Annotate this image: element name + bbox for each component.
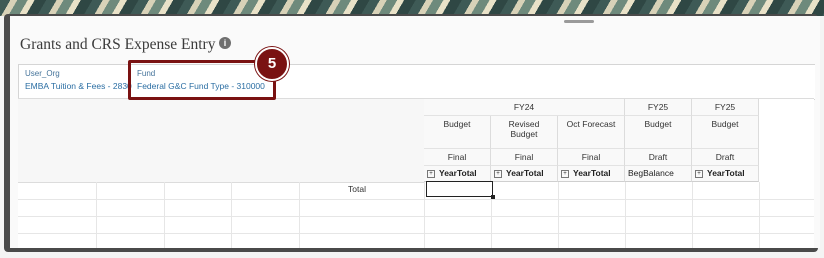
grid-col-line xyxy=(231,182,232,248)
app-window: Grants and CRS Expense Entry i User_Org … xyxy=(10,16,820,248)
period-member-yeartotal[interactable]: + YearTotal xyxy=(692,166,759,182)
pov-user-org-value[interactable]: EMBA Tuition & Fees - 2830 xyxy=(25,80,135,92)
period-member-yeartotal[interactable]: + YearTotal xyxy=(424,166,491,182)
grid-col-line xyxy=(96,182,97,248)
grid-col-line xyxy=(625,182,626,248)
year-header-fy25: FY25 xyxy=(625,99,692,116)
grid-row-line xyxy=(18,199,814,200)
info-icon[interactable]: i xyxy=(219,37,231,49)
expand-icon[interactable]: + xyxy=(427,170,435,178)
version-header: Draft xyxy=(625,149,692,166)
version-header: Final xyxy=(424,149,491,166)
expand-icon[interactable]: + xyxy=(494,170,502,178)
grid-col-line xyxy=(424,182,425,248)
step-number-badge: 5 xyxy=(255,47,289,81)
grid-row-line xyxy=(18,233,814,234)
data-cell-selected[interactable] xyxy=(426,181,495,199)
grid-col-line xyxy=(759,182,760,248)
page-title: Grants and CRS Expense Entry xyxy=(20,36,216,53)
period-member-yeartotal[interactable]: + YearTotal xyxy=(558,166,625,182)
period-member-yeartotal[interactable]: + YearTotal xyxy=(491,166,558,182)
period-member-begbalance[interactable]: BegBalance xyxy=(625,166,692,182)
callout-highlight-box xyxy=(128,60,276,100)
data-grid: FY24 FY25 FY25 Budget Revised Budget Oct… xyxy=(18,98,814,248)
pov-user-org[interactable]: User_Org EMBA Tuition & Fees - 2830 xyxy=(25,68,135,92)
version-header: Final xyxy=(491,149,558,166)
grid-row-line xyxy=(18,216,814,217)
version-header: Draft xyxy=(692,149,759,166)
grid-col-line xyxy=(558,182,559,248)
drag-handle[interactable] xyxy=(564,20,594,23)
expand-icon[interactable]: + xyxy=(695,170,703,178)
scenario-header: Oct Forecast xyxy=(558,116,625,149)
scenario-header: Budget xyxy=(424,116,491,149)
pov-user-org-label: User_Org xyxy=(25,69,60,78)
scenario-header: Revised Budget xyxy=(491,116,558,149)
year-header-fy24: FY24 xyxy=(424,99,625,116)
grid-col-line xyxy=(164,182,165,248)
row-header-total: Total xyxy=(348,184,366,194)
grid-col-line xyxy=(299,182,300,248)
year-header-fy25: FY25 xyxy=(692,99,759,116)
scenario-header: Budget xyxy=(692,116,759,149)
grid-col-line xyxy=(692,182,693,248)
grid-corner xyxy=(18,99,425,183)
scenario-header: Budget xyxy=(625,116,692,149)
expand-icon[interactable]: + xyxy=(561,170,569,178)
version-header: Final xyxy=(558,149,625,166)
